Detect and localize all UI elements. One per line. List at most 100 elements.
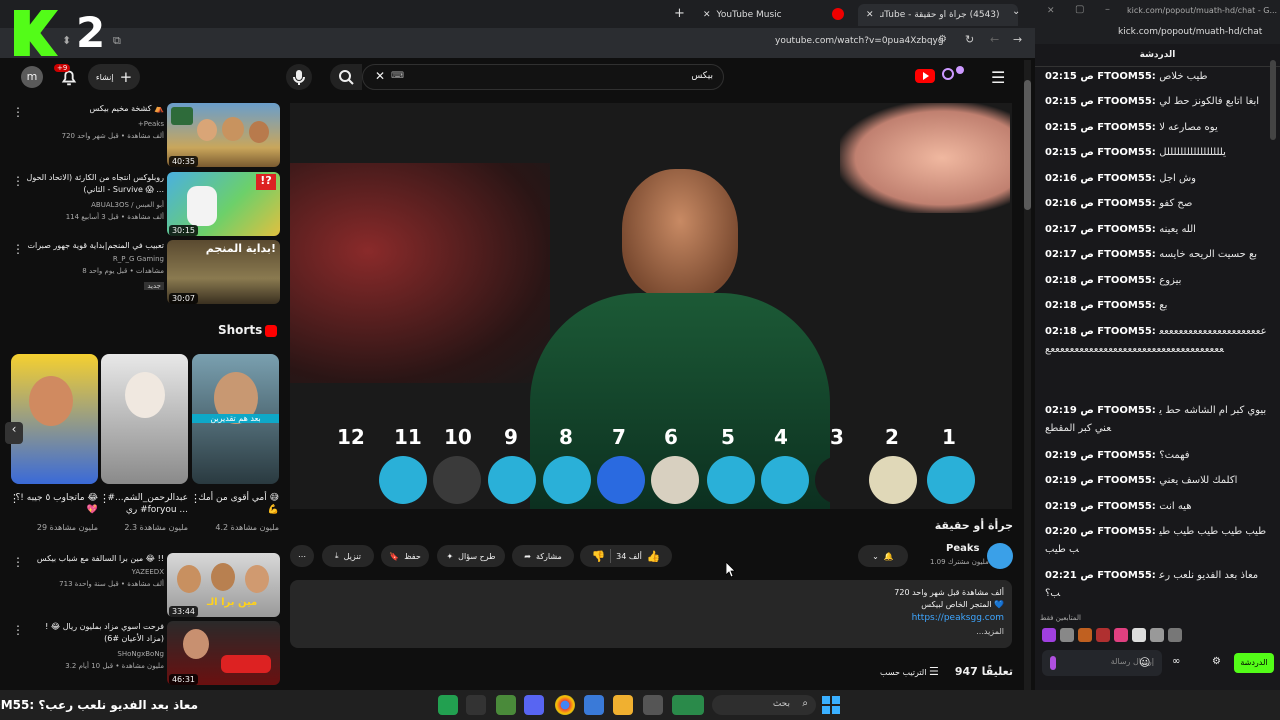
- search-input[interactable]: بيكس ✕ ⌨: [362, 64, 724, 90]
- more-options-icon[interactable]: ⋮: [99, 492, 110, 505]
- sort-button[interactable]: الترتيب حسب ☰: [880, 665, 939, 678]
- more-options-icon[interactable]: ⋮: [12, 174, 24, 188]
- ask-button[interactable]: ✦ طرح سؤال: [437, 545, 505, 567]
- avatar[interactable]: m: [21, 66, 43, 88]
- video-title[interactable]: تعبيب في المنجم|بداية قوية جهور صبرات: [26, 240, 165, 252]
- more-options-icon[interactable]: ⋮: [12, 105, 24, 119]
- channel-avatar[interactable]: [987, 543, 1013, 569]
- show-more-link[interactable]: ...المزيد: [976, 627, 1004, 636]
- store-icon[interactable]: [584, 695, 604, 715]
- video-title[interactable]: كشخة مخيم بيكس ⛺: [26, 103, 164, 115]
- settings-icon[interactable]: ⚙: [1212, 656, 1221, 667]
- emote-icon[interactable]: [1078, 628, 1092, 642]
- channel-name[interactable]: SHoNgxBoNg: [26, 649, 164, 660]
- chrome-icon[interactable]: [555, 695, 575, 715]
- save-button[interactable]: 🔖 حفظ: [381, 545, 429, 567]
- chat-username[interactable]: FTOOM55:: [1097, 96, 1159, 107]
- short-title[interactable]: ماتجاوب ٥ جيبه !؟ 😂💖: [12, 492, 98, 516]
- related-video[interactable]: ⋮ روبلوكس انتجاه من الكارثة (الاتحاد الح…: [10, 172, 282, 238]
- close-icon[interactable]: ✕: [866, 10, 874, 20]
- description-link[interactable]: https://peaksgg.com: [912, 613, 1004, 623]
- related-video[interactable]: ⋮ كشخة مخيم بيكس ⛺ +Peaks 720 ألف مشاهدة…: [10, 103, 282, 169]
- video-title[interactable]: روبلوكس انتجاه من الكارثة (الاتحاد الحول…: [26, 172, 164, 196]
- channel-name[interactable]: R_P_G Gaming: [26, 254, 164, 265]
- emote-icon[interactable]: [1168, 628, 1182, 642]
- close-icon[interactable]: ✕: [703, 10, 711, 20]
- taskbar-search[interactable]: ⌕ بحث: [712, 695, 816, 715]
- video-title[interactable]: فرحت اسوي مزاد بمليون ريال 😂 ! (مزاد الأ…: [26, 621, 164, 645]
- more-actions-button[interactable]: ⋯: [290, 545, 314, 567]
- emote-icon[interactable]: [1150, 628, 1164, 642]
- more-options-icon[interactable]: ⋮: [12, 555, 24, 569]
- windows-start-icon[interactable]: [822, 696, 840, 714]
- channel-name[interactable]: ABUAL3OS / أبو العبس: [26, 200, 164, 211]
- task-view-icon[interactable]: [643, 695, 663, 715]
- more-options-icon[interactable]: ⋮: [190, 492, 201, 505]
- create-button[interactable]: إنشاء +: [88, 64, 140, 90]
- emote-icon[interactable]: [1114, 628, 1128, 642]
- chat-username[interactable]: FTOOM55:: [1097, 275, 1159, 286]
- forward-icon[interactable]: →: [1013, 33, 1022, 46]
- chat-send-button[interactable]: الدردشة: [1234, 653, 1274, 673]
- menu-icon[interactable]: ☰: [991, 68, 1005, 87]
- scrollbar-thumb[interactable]: [1024, 80, 1031, 210]
- clear-search-icon[interactable]: ✕: [375, 69, 385, 83]
- emoji-icon[interactable]: ☺: [1139, 656, 1150, 669]
- emote-icon[interactable]: [1132, 628, 1146, 642]
- discord-icon[interactable]: [524, 695, 544, 715]
- chat-username[interactable]: FTOOM55:: [1097, 300, 1159, 311]
- like-dislike-group[interactable]: 👎 34 ألف 👍: [580, 545, 672, 567]
- chat-username[interactable]: FTOOM55:: [1097, 450, 1159, 461]
- channel-name[interactable]: Peaks: [946, 543, 979, 554]
- chat-username[interactable]: FTOOM55:: [1097, 501, 1159, 512]
- maximize-icon[interactable]: ▢: [1075, 4, 1084, 15]
- emote-icon[interactable]: [1060, 628, 1074, 642]
- chat-username[interactable]: FTOOM55:: [1097, 122, 1159, 133]
- chat-username[interactable]: FTOOM55:: [1097, 526, 1159, 537]
- chat-url[interactable]: kick.com/popout/muath-hd/chat: [1118, 27, 1262, 37]
- dislike-icon[interactable]: 👎: [591, 550, 605, 563]
- notifications-button[interactable]: +9: [54, 64, 80, 92]
- keyboard-icon[interactable]: ⌨: [391, 71, 404, 81]
- tune-icon[interactable]: ⚙: [938, 34, 947, 45]
- folder-icon[interactable]: [613, 695, 633, 715]
- doodle-icon[interactable]: [938, 66, 970, 86]
- share-button[interactable]: ➦ مشاركة: [512, 545, 574, 567]
- channel-name[interactable]: YAZEEDX: [26, 567, 164, 578]
- video-title[interactable]: مين برا السالفة مع شباب بيكس 😂 !!: [26, 553, 164, 565]
- scrollbar[interactable]: [1024, 60, 1031, 690]
- chat-username[interactable]: FTOOM55:: [1097, 326, 1159, 337]
- chat-username[interactable]: FTOOM55:: [1097, 224, 1159, 235]
- chat-username[interactable]: FTOOM55:: [1097, 198, 1159, 209]
- download-button[interactable]: ⤓ تنزيل: [322, 545, 374, 567]
- app-icon[interactable]: [438, 695, 458, 715]
- window-icon[interactable]: ⧉: [113, 34, 121, 48]
- tab-youtube-music[interactable]: ✕ YouTube Music: [695, 4, 845, 26]
- related-video[interactable]: ⋮ تعبيب في المنجم|بداية قوية جهور صبرات …: [10, 240, 282, 306]
- new-tab-button[interactable]: +: [674, 6, 685, 21]
- chat-username[interactable]: FTOOM55:: [1097, 475, 1159, 486]
- more-options-icon[interactable]: ⋮: [9, 492, 20, 505]
- search-button[interactable]: [330, 64, 362, 90]
- short-thumbnail[interactable]: بعد هم تقديرين: [192, 354, 279, 484]
- related-video[interactable]: ⋮ فرحت اسوي مزاد بمليون ريال 😂 ! (مزاد ا…: [10, 621, 282, 687]
- emote-icon[interactable]: [1042, 628, 1056, 642]
- minimize-icon[interactable]: –: [1105, 4, 1110, 15]
- chevron-down-icon[interactable]: ⌄: [1012, 6, 1020, 17]
- chat-username[interactable]: FTOOM55:: [1097, 71, 1159, 82]
- reload-icon[interactable]: ↻: [965, 33, 974, 46]
- subscribed-button[interactable]: ⌄ 🔔: [858, 545, 908, 567]
- short-thumbnail[interactable]: [101, 354, 188, 484]
- chat-username[interactable]: FTOOM55:: [1097, 405, 1159, 416]
- widgets-icon[interactable]: [672, 695, 704, 715]
- address-bar[interactable]: youtube.com/watch?v=0pua4Xzbqyg ⚙ ↻ ← → …: [0, 28, 1035, 58]
- chevron-left-icon[interactable]: ‹: [5, 422, 23, 444]
- youtube-logo[interactable]: [915, 69, 935, 83]
- url-text[interactable]: youtube.com/watch?v=0pua4Xzbqyg: [775, 36, 944, 46]
- more-options-icon[interactable]: ⋮: [12, 242, 24, 256]
- app-icon[interactable]: [496, 695, 516, 715]
- mic-icon[interactable]: [1050, 656, 1056, 670]
- chat-username[interactable]: FTOOM55:: [1097, 147, 1159, 158]
- chat-username[interactable]: FTOOM55:: [1097, 570, 1159, 581]
- chat-username[interactable]: FTOOM55:: [1097, 249, 1159, 260]
